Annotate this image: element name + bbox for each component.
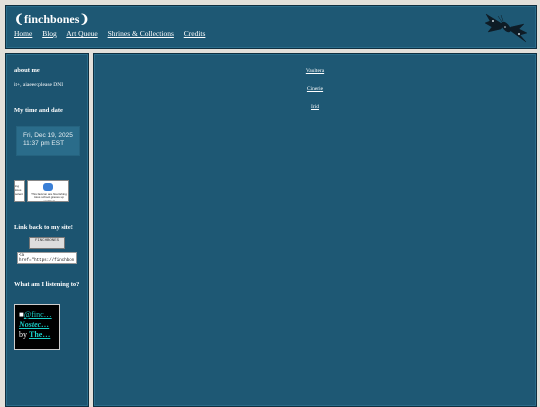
music-heading: What am I listening to? — [14, 281, 80, 288]
about-text: it+, aiaeee:please DNI — [14, 82, 64, 88]
nav-credits[interactable]: Credits — [184, 29, 206, 38]
moth-logo-icon — [484, 13, 528, 43]
site-title: ❨finchbones❩ — [14, 12, 90, 26]
site-header: ❨finchbones❩ Home Blog Art Queue Shrines… — [5, 5, 537, 49]
favicon-button-text: This favicon are flourishing lotus schoo… — [31, 192, 67, 202]
main-content: Vaultera Cinerie Irid — [93, 53, 537, 407]
music-user-link[interactable]: @finc… — [24, 310, 52, 319]
link-cinerie[interactable]: Cinerie — [94, 86, 536, 92]
about-heading: about me — [14, 67, 40, 74]
nav-blog[interactable]: Blog — [42, 29, 57, 38]
nav-shrines-collections[interactable]: Shrines & Collections — [108, 29, 174, 38]
music-widget: ■@finc… Nostec… by The… — [14, 304, 60, 350]
linkback-code-box[interactable]: <a href="https://finchbon — [17, 252, 77, 264]
shrine-links: Vaultera Cinerie Irid — [94, 68, 536, 122]
nav-home[interactable]: Home — [14, 29, 32, 38]
favicon-icon — [43, 183, 53, 191]
music-by-label: by — [19, 330, 27, 339]
clock-widget: Fri, Dec 19, 2025 11:37 pm EST — [16, 126, 80, 156]
linkback-heading: Link back to my site! — [14, 224, 73, 231]
main-nav: Home Blog Art Queue Shrines & Collection… — [14, 29, 213, 38]
link-vaultera[interactable]: Vaultera — [94, 68, 536, 74]
linkback-button-image[interactable]: FINCHBONES — [29, 237, 65, 249]
sidebar: about me it+, aiaeee:please DNI My time … — [5, 53, 89, 407]
clock-date: Fri, Dec 19, 2025 — [23, 132, 73, 139]
nav-art-queue[interactable]: Art Queue — [66, 29, 97, 38]
favicon-button[interactable]: This favicon are flourishing lotus schoo… — [27, 180, 69, 202]
clock-time: 11:37 pm EST — [23, 139, 65, 147]
blinkie-button[interactable]: ing lotus solent — [14, 180, 25, 202]
link-irid[interactable]: Irid — [94, 104, 536, 110]
music-track-link[interactable]: Nostec… — [19, 320, 49, 329]
time-heading: My time and date — [14, 107, 63, 114]
blinkie-text: ing lotus solent — [15, 184, 24, 196]
music-artist-link[interactable]: The… — [29, 330, 50, 339]
